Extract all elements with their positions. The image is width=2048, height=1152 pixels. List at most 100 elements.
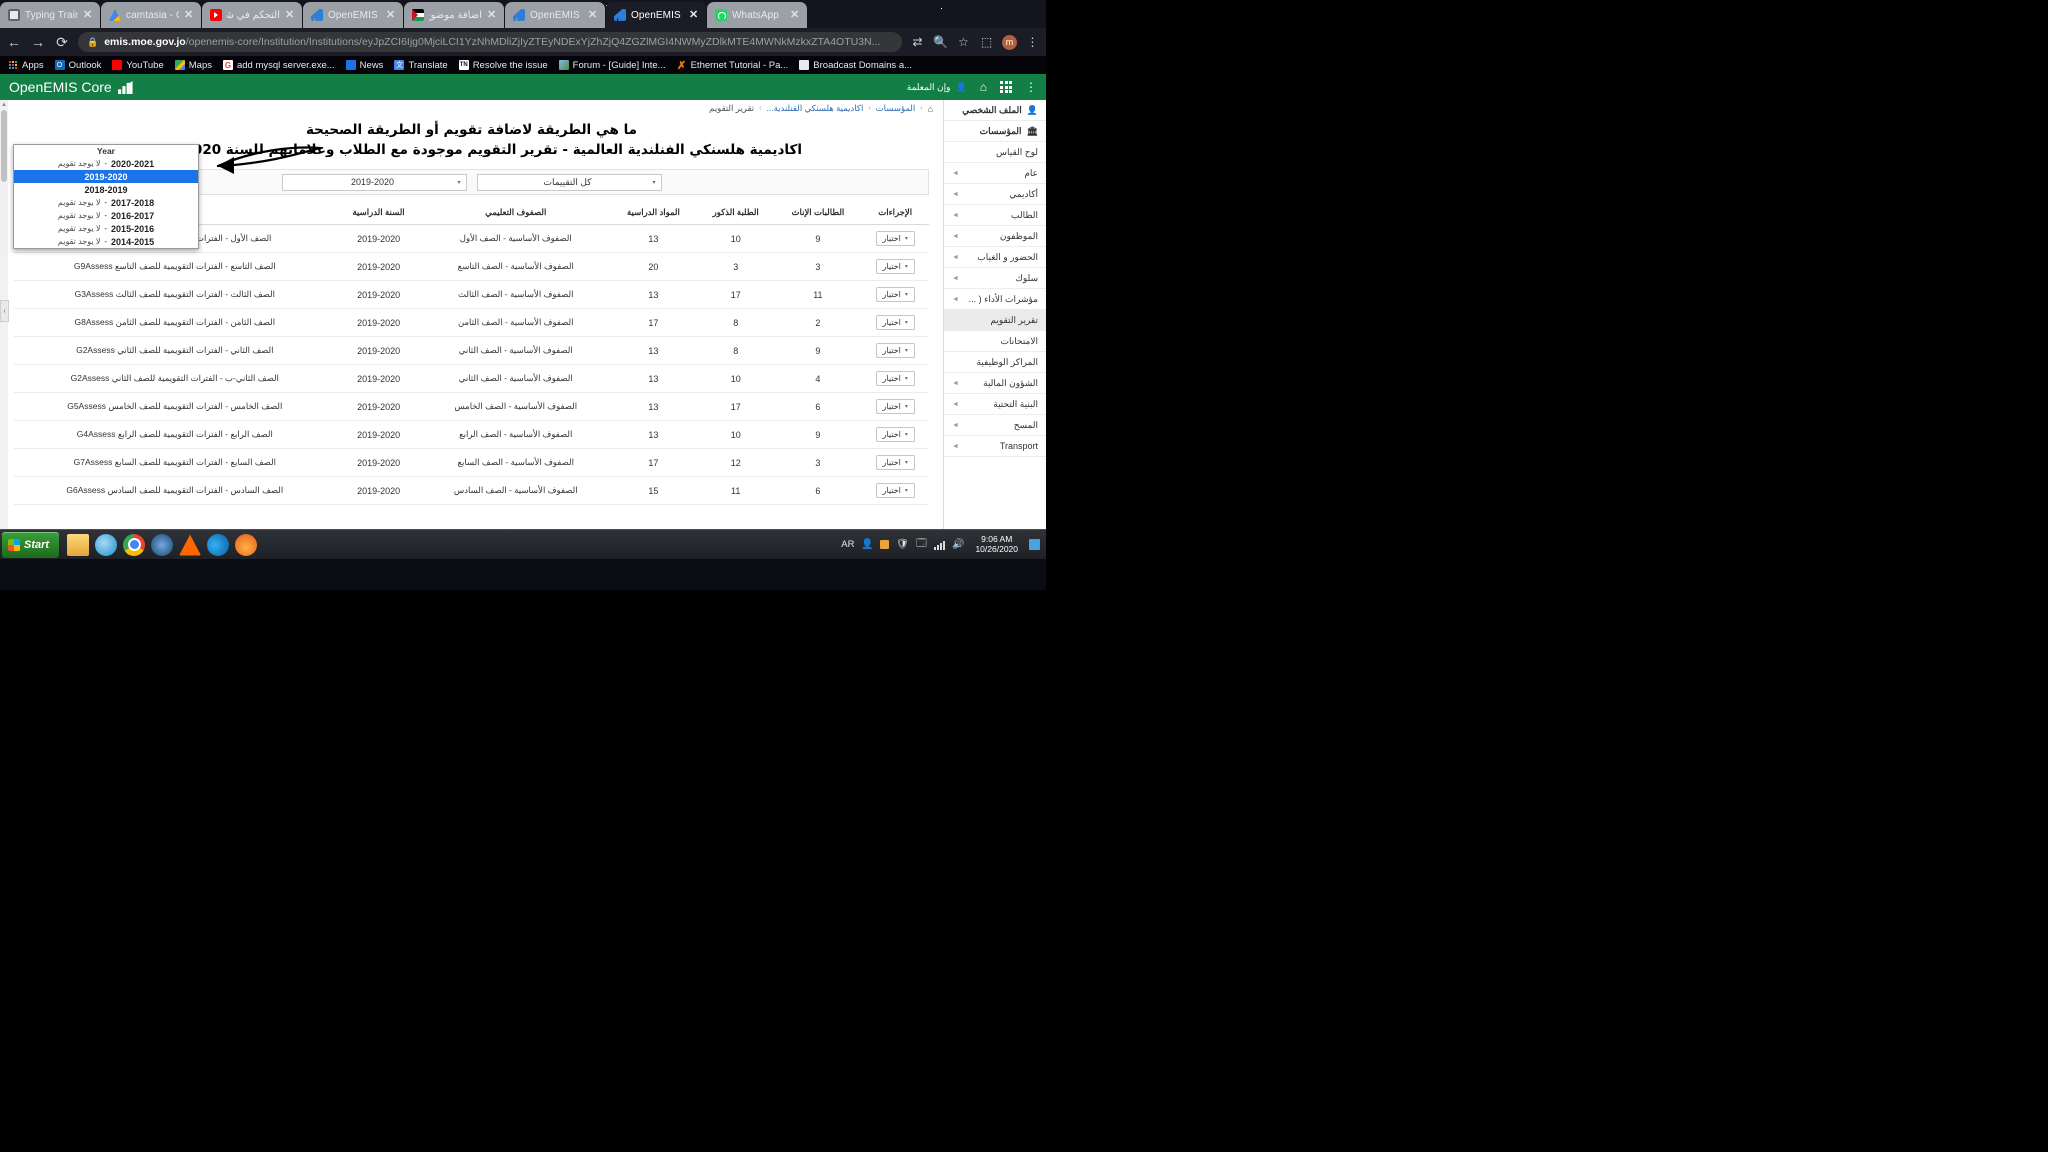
chrome-menu-icon[interactable]: ⋮ (1025, 35, 1040, 49)
folder-icon[interactable] (67, 533, 90, 556)
kebab-menu-icon[interactable]: ⋮ (1025, 80, 1037, 94)
forward-icon[interactable]: → (30, 34, 46, 50)
close-icon[interactable]: ✕ (689, 9, 700, 21)
chrome-icon[interactable] (123, 533, 146, 556)
year-dropdown-list[interactable]: Year لا يوجد تقويم -2020-2021 2019-2020 2018… (13, 144, 199, 249)
bookmark-0[interactable]: Apps (8, 60, 44, 71)
dropdown-option-1[interactable]: 2019-2020 (14, 170, 198, 183)
home-icon[interactable]: ⌂ (928, 104, 933, 114)
home-icon[interactable]: ⌂ (980, 80, 987, 94)
close-icon[interactable]: ✕ (285, 9, 296, 21)
table-col-5[interactable]: السنة الدراسية (335, 201, 422, 226)
table-col-0[interactable]: الإجراءات (861, 201, 929, 226)
taskbar-apps[interactable] (67, 533, 258, 556)
browser-tab-5[interactable]: OpenEMIS Sc ✕ (505, 2, 605, 28)
bookmark-4[interactable]: Gadd mysql server.exe... (222, 60, 335, 71)
sidebar-item-8[interactable]: سلوك ◄ (944, 268, 1046, 289)
select-button[interactable]: ▾ اختيار (875, 483, 915, 499)
back-icon[interactable]: ← (6, 34, 22, 50)
sidebar-item-1[interactable]: 🏛 المؤسسات (944, 121, 1046, 142)
dropdown-option-6[interactable]: لا يوجد تقويم -2014-2015 (14, 235, 198, 248)
search-icon[interactable]: 🔍 (933, 35, 948, 49)
select-button[interactable]: ▾ اختيار (875, 399, 915, 415)
bookmarks-bar[interactable]: Apps O Outlook YouTube Maps Gadd mysql server… (0, 56, 1046, 74)
bookmark-7[interactable]: TN Resolve the issue (458, 60, 548, 71)
sidebar-item-5[interactable]: الطالب ◄ (944, 205, 1046, 226)
table-col-2[interactable]: الطلبة الذكور (696, 201, 775, 226)
select-button[interactable]: ▾ اختيار (875, 455, 915, 471)
select-button[interactable]: ▾ اختيار (875, 371, 915, 387)
sidebar-item-15[interactable]: المسح ◄ (944, 415, 1046, 436)
close-icon[interactable]: ✕ (487, 9, 498, 21)
breadcrumb-item-1[interactable]: اكاديمية هلسنكي الفنلندية... (767, 103, 864, 114)
bookmark-3[interactable]: Maps (174, 60, 212, 71)
browser-tab-3[interactable]: OpenEMIS Co ✕ (303, 2, 403, 28)
sidebar-item-4[interactable]: أكاديمي ◄ (944, 184, 1046, 205)
sidebar-item-12[interactable]: المراكز الوظيفية (944, 352, 1046, 373)
close-icon[interactable]: ✕ (184, 9, 195, 21)
close-icon[interactable]: ✕ (588, 9, 599, 21)
browser-tab-4[interactable]: اضافة موضوع ✕ (404, 2, 504, 28)
sidebar-item-10[interactable]: تقرير التقويم (944, 310, 1046, 331)
close-icon[interactable]: ✕ (83, 9, 94, 21)
dropdown-option-3[interactable]: لا يوجد تقويم -2017-2018 (14, 196, 198, 209)
sidebar-item-13[interactable]: الشؤون المالية ◄ (944, 373, 1046, 394)
browser-tab-7[interactable]: WhatsApp ✕ (707, 2, 807, 28)
sidebar-item-3[interactable]: عام ◄ (944, 163, 1046, 184)
dropdown-option-5[interactable]: لا يوجد تقويم -2015-2016 (14, 222, 198, 235)
app-icon[interactable] (880, 540, 890, 549)
sidebar-item-2[interactable]: لوح القياس (944, 142, 1046, 163)
dropdown-option-4[interactable]: لا يوجد تقويم -2016-2017 (14, 209, 198, 222)
volume-icon[interactable]: 🔊 (952, 539, 964, 551)
show-desktop-icon[interactable] (1029, 539, 1040, 550)
bookmark-1[interactable]: O Outlook (54, 60, 101, 71)
close-icon[interactable]: ✕ (790, 9, 801, 21)
sidebar-item-0[interactable]: 👤 الملف الشخصي (944, 100, 1046, 121)
bookmark-6[interactable]: 文 Translate (394, 60, 448, 71)
start-button[interactable]: Start (2, 531, 60, 558)
assessment-select[interactable]: ▾ كل التقييمات (476, 173, 662, 191)
sidebar-collapse-handle[interactable]: › (0, 300, 9, 322)
media-player-icon[interactable] (151, 533, 174, 556)
firefox-icon[interactable] (235, 533, 258, 556)
address-bar[interactable]: 🔒 emis.moe.gov.jo/openemis-core/Institut… (78, 32, 902, 52)
browser-tab-6[interactable]: OpenEMIS C ✕ (606, 2, 706, 28)
bookmark-2[interactable]: YouTube (112, 60, 164, 71)
shield-icon[interactable]: 🛡 (896, 539, 909, 551)
reload-icon[interactable]: ⟳ (54, 34, 70, 51)
close-icon[interactable]: ✕ (386, 9, 397, 21)
sidebar-item-9[interactable]: مؤشرات الأداء ( ... ◄ (944, 289, 1046, 310)
bookmark-10[interactable]: Broadcast Domains a... (799, 60, 912, 71)
sidebar-item-14[interactable]: البنية التحتية ◄ (944, 394, 1046, 415)
select-button[interactable]: ▾ اختيار (875, 343, 915, 359)
table-col-4[interactable]: الصفوف التعليمي (421, 201, 610, 226)
person-icon[interactable]: 👤 (861, 539, 873, 551)
sidebar-item-11[interactable]: الامتحانات (944, 331, 1046, 352)
ie-icon[interactable] (95, 533, 118, 556)
browser-tab-0[interactable]: Typing Traine ✕ (0, 2, 100, 28)
user-menu[interactable]: 👤 وإن المعلمة (907, 82, 967, 93)
sidebar-item-6[interactable]: الموظفون ◄ (944, 226, 1046, 247)
browser-tab-1[interactable]: camtasia - Go ✕ (101, 2, 201, 28)
select-button[interactable]: ▾ اختيار (875, 427, 915, 443)
select-button[interactable]: ▾ اختيار (875, 315, 915, 331)
dropdown-option-2[interactable]: 2018-2019 (14, 183, 198, 196)
sidebar-item-7[interactable]: الحضور و الغياب ◄ (944, 247, 1046, 268)
bookmark-9[interactable]: ✗ Ethernet Tutorial - Pa... (677, 60, 788, 72)
select-button[interactable]: ▾ اختيار (875, 259, 915, 275)
sidebar-item-16[interactable]: Transport ◄ (944, 436, 1046, 457)
select-button[interactable]: ▾ اختيار (875, 231, 915, 247)
signal-icon[interactable] (934, 540, 946, 550)
bookmark-8[interactable]: Forum - [Guide] Inte... (558, 60, 666, 71)
sidebar[interactable]: 👤 الملف الشخصي 🏛 المؤسسات لوح القياس عام ◄ أكاد… (943, 100, 1046, 529)
select-button[interactable]: ▾ اختيار (875, 287, 915, 303)
star-icon[interactable]: ☆ (956, 35, 971, 49)
profile-avatar[interactable]: m (1002, 34, 1017, 50)
browser-tab-2[interactable]: التحكم في شا ✕ (202, 2, 302, 28)
window-icon[interactable]: 🗔 (915, 538, 927, 551)
browser-tabs[interactable]: Typing Traine✕camtasia - Go✕التحكم في شا… (0, 0, 808, 28)
dropdown-option-0[interactable]: لا يوجد تقويم -2020-2021 (14, 157, 198, 170)
scrollbar-thumb[interactable] (1, 110, 7, 182)
translate-icon[interactable]: ⇄ (910, 35, 925, 49)
table-col-3[interactable]: المواد الدراسية (609, 201, 697, 226)
